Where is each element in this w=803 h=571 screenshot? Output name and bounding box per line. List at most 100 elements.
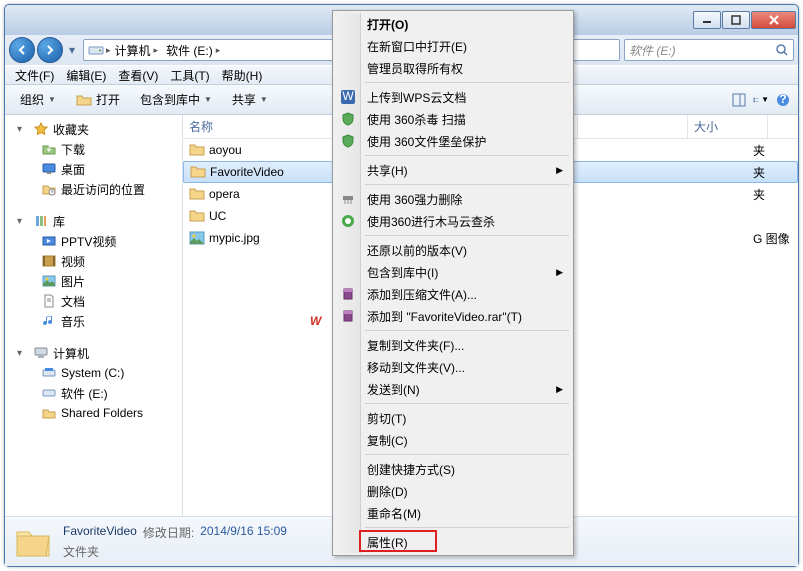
menu-help[interactable]: 帮助(H) [216,65,269,86]
folder-icon [189,208,205,224]
context-label: 上传到WPS云文档 [367,89,466,106]
menu-edit[interactable]: 编辑(E) [60,65,112,86]
search-input[interactable]: 软件 (E:) [624,39,794,61]
context-label: 使用360进行木马云查杀 [367,213,495,230]
menu-tools[interactable]: 工具(T) [164,65,215,86]
context-separator [365,330,569,331]
menu-file[interactable]: 文件(F) [9,65,60,86]
context-item[interactable]: 使用360进行木马云查杀 [335,210,571,232]
context-item[interactable]: 管理员取得所有权 [335,57,571,79]
context-label: 包含到库中(I) [367,264,438,281]
nav-drive-c[interactable]: System (C:) [5,363,182,383]
nav-drive-e[interactable]: 软件 (E:) [5,383,182,403]
context-item[interactable]: 还原以前的版本(V) [335,239,571,261]
organize-button[interactable]: 组织▼ [11,89,65,111]
col-size[interactable]: 大小 [688,115,768,138]
context-separator [365,155,569,156]
nav-shared-folders[interactable]: Shared Folders [5,403,182,423]
folder-icon [189,186,205,202]
context-label: 使用 360杀毒 扫描 [367,111,466,128]
context-item[interactable]: 删除(D) [335,480,571,502]
context-item[interactable]: 使用 360强力删除 [335,188,571,210]
details-type: 文件夹 [63,543,287,560]
context-separator [365,403,569,404]
context-item[interactable]: W上传到WPS云文档 [335,86,571,108]
nav-recent[interactable]: 最近访问的位置 [5,179,182,199]
view-options-button[interactable]: ▼ [752,91,770,109]
context-label: 打开(O) [367,16,408,33]
context-item[interactable]: 移动到文件夹(V)... [335,356,571,378]
context-label: 添加到压缩文件(A)... [367,286,477,303]
details-meta-label: 修改日期: [143,524,194,541]
breadcrumb-seg-computer[interactable]: 计算机▸ [111,40,163,60]
context-item[interactable]: 使用 360杀毒 扫描 [335,108,571,130]
context-label: 发送到(N) [367,381,420,398]
context-item[interactable]: 创建快捷方式(S) [335,458,571,480]
context-label: 复制(C) [367,432,408,449]
maximize-button[interactable] [722,11,750,29]
context-separator [365,184,569,185]
col-type[interactable] [578,115,688,138]
shredder-icon [340,191,356,207]
context-item[interactable]: 共享(H)▶ [335,159,571,181]
help-button[interactable]: ? [774,91,792,109]
folder-icon [189,142,205,158]
menu-view[interactable]: 查看(V) [112,65,164,86]
context-label: 删除(D) [367,483,408,500]
picture-icon [41,273,57,289]
context-label: 创建快捷方式(S) [367,461,455,478]
search-icon [775,43,789,57]
details-name: FavoriteVideo [63,524,137,541]
nav-desktop[interactable]: 桌面 [5,159,182,179]
nav-computer[interactable]: ▾计算机 [5,343,182,363]
context-item[interactable]: 属性(R) [335,531,571,553]
open-button[interactable]: 打开 [67,89,129,111]
context-item[interactable]: 添加到 "FavoriteVideo.rar"(T) [335,305,571,327]
context-separator [365,527,569,528]
context-label: 属性(R) [367,534,408,551]
breadcrumb-seg-drive[interactable]: 软件 (E:)▸ [162,40,224,60]
context-item[interactable]: 发送到(N)▶ [335,378,571,400]
chevron-right-icon: ▶ [556,165,563,176]
file-name: mypic.jpg [209,231,260,245]
share-button[interactable]: 共享▼ [223,89,277,111]
nav-downloads[interactable]: 下载 [5,139,182,159]
folder-icon [190,164,206,180]
context-item[interactable]: 复制(C) [335,429,571,451]
context-item[interactable]: 使用 360文件堡垒保护 [335,130,571,152]
drive-icon [41,385,57,401]
context-label: 还原以前的版本(V) [367,242,467,259]
computer-icon [33,345,49,361]
back-button[interactable] [9,37,35,63]
nav-history-dropdown[interactable]: ▾ [65,37,79,63]
context-label: 管理员取得所有权 [367,60,463,77]
context-item[interactable]: 包含到库中(I)▶ [335,261,571,283]
forward-button[interactable] [37,37,63,63]
context-item[interactable]: 剪切(T) [335,407,571,429]
nav-lib-pptv[interactable]: PPTV视频 [5,231,182,251]
image-icon [189,230,205,246]
nav-lib-video[interactable]: 视频 [5,251,182,271]
minimize-button[interactable] [693,11,721,29]
context-item[interactable]: 重命名(M) [335,502,571,524]
360-icon [340,213,356,229]
nav-libraries[interactable]: ▾库 [5,211,182,231]
document-icon [41,293,57,309]
recent-icon [41,181,57,197]
preview-pane-button[interactable] [730,91,748,109]
context-separator [365,454,569,455]
context-label: 移动到文件夹(V)... [367,359,465,376]
shield-green-icon [340,133,356,149]
context-item[interactable]: 打开(O) [335,13,571,35]
include-library-button[interactable]: 包含到库中▼ [131,89,221,111]
nav-lib-music[interactable]: 音乐 [5,311,182,331]
nav-lib-documents[interactable]: 文档 [5,291,182,311]
close-button[interactable] [751,11,796,29]
svg-text:?: ? [779,93,786,106]
context-item[interactable]: 在新窗口中打开(E) [335,35,571,57]
context-item[interactable]: 复制到文件夹(F)... [335,334,571,356]
context-label: 使用 360强力删除 [367,191,462,208]
nav-favorites[interactable]: ▾收藏夹 [5,119,182,139]
context-item[interactable]: 添加到压缩文件(A)... [335,283,571,305]
nav-lib-pictures[interactable]: 图片 [5,271,182,291]
